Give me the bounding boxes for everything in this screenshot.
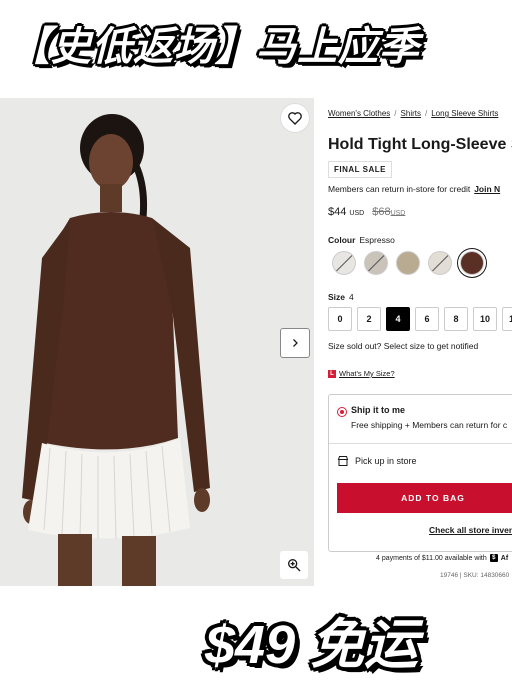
size-guide-link[interactable]: L What's My Size? [328,369,395,378]
price: $44 USD $68USD [328,206,406,218]
colour-swatches [332,251,484,275]
fulfillment-box: Ship it to me Free shipping + Members ca… [328,394,512,552]
top-banner: 【史低返场】马上应季 [0,0,512,98]
brand-logo-icon: L [328,369,336,378]
chevron-right-icon [293,339,298,347]
final-sale-badge: FINAL SALE [328,161,392,178]
size-option[interactable]: 2 [357,307,381,331]
size-option[interactable]: 6 [415,307,439,331]
next-image-button[interactable] [280,328,310,358]
size-option[interactable]: 10 [473,307,497,331]
installment-note: 4 payments of $11.00 available with $ Af [376,554,509,562]
breadcrumb-link[interactable]: Shirts [401,109,421,118]
heart-icon [288,112,302,125]
colour-swatch-khaki[interactable] [396,251,420,275]
size-option[interactable]: 0 [328,307,352,331]
colour-swatch-bone[interactable] [428,251,452,275]
colour-swatch-heather[interactable] [364,251,388,275]
zoom-button[interactable] [280,551,308,579]
breadcrumb: Women's Clothes / Shirts / Long Sleeve Shirt… [328,109,499,118]
product-details-panel: Women's Clothes / Shirts / Long Sleeve Shirt… [314,98,512,586]
bottom-banner-text: $49 免运 [205,615,419,675]
wishlist-heart-button[interactable] [280,103,310,133]
zoom-in-icon [288,559,301,572]
store-icon [337,456,349,466]
original-price: $68USD [372,206,406,218]
top-banner-text: 【史低返场】马上应季 [10,25,420,69]
size-option[interactable]: 4 [386,307,410,331]
check-stores-link[interactable]: Check all store inven [429,525,512,535]
sold-out-note: Size sold out? Select size to get notifi… [328,341,479,351]
join-link[interactable]: Join N [474,184,500,194]
sku-text: 19746 | SKU: 14830660 [440,572,510,579]
breadcrumb-link[interactable]: Long Sleeve Shirts [431,109,498,118]
product-image[interactable] [0,98,314,586]
selected-colour: Espresso [359,235,395,245]
size-option[interactable]: 8 [444,307,468,331]
breadcrumb-link[interactable]: Women's Clothes [328,109,390,118]
divider [329,443,512,444]
bottom-banner: $49 免运 [0,586,512,683]
model-illustration [0,98,314,586]
size-option[interactable]: 12 [502,307,512,331]
selected-size: 4 [349,292,354,302]
add-to-bag-button[interactable]: ADD TO BAG [337,483,512,513]
payment-logo-icon: $ [489,554,498,562]
size-options: 024681012 [328,307,512,331]
size-label: Size 4 [328,292,354,302]
current-price: $44 [328,206,347,218]
colour-swatch-espresso[interactable] [460,251,484,275]
product-title: Hold Tight Long-Sleeve S [328,136,512,153]
colour-swatch-white-stripe[interactable] [332,251,356,275]
members-note: Members can return in-store for credit Jo… [328,184,501,194]
pick-up-in-store-option[interactable]: Pick up in store [337,455,417,467]
radio-selected-icon[interactable] [337,407,347,417]
colour-label: Colour Espresso [328,235,395,245]
